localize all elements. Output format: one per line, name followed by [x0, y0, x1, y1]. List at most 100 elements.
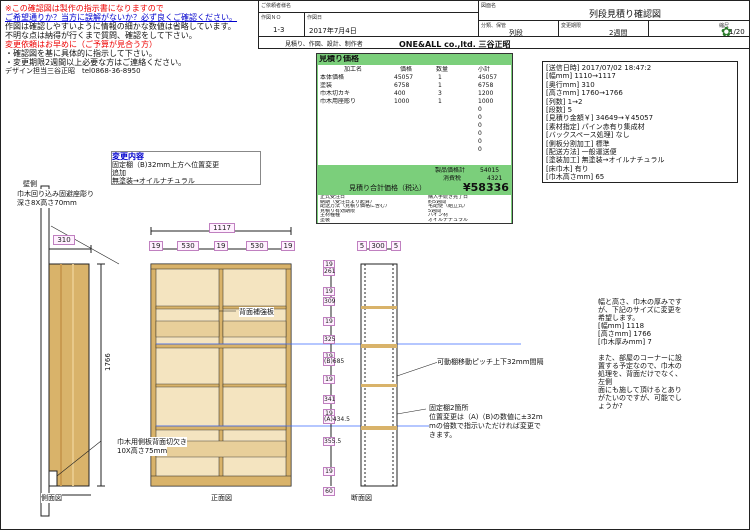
memo-line: 希望します。: [598, 314, 640, 322]
col-sub: 小計: [478, 66, 491, 73]
change-line: 固定棚（B)32mm上方へ位置変更: [112, 161, 220, 169]
customer-label: ご依頼者様名: [261, 3, 292, 9]
est-subtotal: 45057: [478, 74, 498, 81]
height-dimension: 19: [323, 317, 335, 326]
no-label: 作図ＮＯ: [261, 15, 282, 21]
est-subtotal: 6758: [478, 82, 494, 89]
dim-total-width: 1117: [209, 223, 235, 233]
maker-label: 見積り、作図、設計、制作者: [285, 41, 363, 48]
notes-block: ※この確認図は製作の指示書になりますので ご希望通りか？当方に誤解がないか？必ず…: [5, 4, 255, 75]
est-subtotal: 0: [478, 106, 482, 113]
est-qty: 1: [438, 98, 442, 105]
height-dimension: 60: [323, 487, 335, 496]
order-line: [高さmm] 1760→1766: [546, 89, 623, 98]
dim-panel: 19: [281, 241, 295, 251]
est-item: 本体価格: [320, 74, 345, 81]
order-line: [バックスペース処理] なし: [546, 131, 630, 140]
date-value: 2017年7月4日: [309, 27, 357, 35]
drawing-name: 列段見積り確認図: [589, 10, 662, 20]
memo-line: また、部屋のコーナーに設: [598, 354, 682, 362]
note-line: 不明な点は納得が行くまで質問、確認をして下さい。: [5, 31, 197, 40]
order-line: [巾木厚みmm] 8→7mm: [546, 182, 734, 183]
height-dimension: (B)685: [323, 357, 345, 366]
memo-line: 幅と高さ、巾木の厚みです: [598, 298, 682, 306]
memo-line: 面にも施して頂けるとあり: [598, 386, 682, 394]
height-dimension: 341: [323, 395, 336, 404]
front-view-label: 正面図: [211, 493, 232, 503]
note-line: ・確認図を基に具体的に指示して下さい。: [5, 49, 157, 58]
dim-top: 5: [357, 241, 367, 251]
dim-bay: 530: [246, 241, 268, 251]
fixed-shelf-note: きます。: [429, 430, 457, 440]
category-value: 列段: [509, 29, 523, 37]
dim-section-depth: 300: [369, 241, 387, 251]
memo-line: が、下記のサイズに変更を: [598, 306, 682, 314]
est-subtotal: 0: [478, 138, 482, 145]
est-subtotal: 1000: [478, 98, 494, 105]
height-dimension: 19: [323, 287, 335, 296]
dim-depth: 310: [53, 235, 75, 245]
height-dimension: 19: [323, 467, 335, 476]
est-qty: 3: [438, 90, 442, 97]
note-line: 変更依頼はお早めに（ご予算が見合う方）: [5, 40, 157, 49]
drawing-sheet: ※この確認図は製作の指示書になりますので ご希望通りか？当方に誤解がないか？必ず…: [0, 0, 750, 530]
dim-top: 5: [391, 241, 401, 251]
dim-bay: 530: [177, 241, 199, 251]
col-qty: 数量: [436, 66, 449, 73]
memo-line: [幅mm] 1118: [598, 322, 645, 330]
memo-line: 処理を、背面だけでなく、: [598, 370, 682, 378]
designer-contact: デザイン担当三谷正昭 tel0868-36-8950: [5, 67, 141, 75]
side-view-label: 側面図: [41, 493, 62, 503]
period-value: 2週間: [609, 29, 628, 37]
est-price: 45057: [394, 74, 414, 81]
est-price: 400: [394, 90, 406, 97]
order-line: [巾木高さmm] 65: [546, 173, 605, 182]
est-subtotal: 0: [478, 146, 482, 153]
dim-panel: 19: [214, 241, 228, 251]
est-subtotal: 0: [478, 114, 482, 121]
title-block: ご依頼者様名 図面名 列段見積り確認図 作図ＮＯ 1-3 作図日 2017年7月…: [258, 1, 750, 49]
dim-height: 1766: [104, 353, 112, 371]
logo-icon: ✿: [721, 25, 732, 40]
drawing-name-label: 図面名: [481, 3, 497, 9]
col-price: 価格: [400, 66, 413, 73]
est-item: 塗装: [320, 82, 333, 89]
baseboard-note: 深さ8X高さ70mm: [17, 198, 77, 208]
order-line: [塗装加工] 無塗装→オイルナチュラル: [546, 156, 665, 165]
date-label: 作図日: [307, 15, 323, 21]
est-subtotal: 1200: [478, 90, 494, 97]
memo-line: [巾木厚みmm] 7: [598, 338, 652, 346]
order-mail-box: [送信日時] 2017/07/02 18:47:2 [幅mm] 1110→1117…: [542, 61, 738, 183]
note-line: 作図は確認しやすいように情報の細かな数値は省略しています。: [5, 22, 236, 31]
est-price: 1000: [394, 98, 410, 105]
height-dimension: 355.5: [323, 437, 342, 446]
dim-panel: 19: [149, 241, 163, 251]
est-subtotal: 0: [478, 122, 482, 129]
est-price: 6758: [394, 82, 410, 89]
no-value: 1-3: [273, 26, 285, 34]
memo-line: [598, 346, 738, 354]
order-line: [幅mm] 1110→1117: [546, 72, 616, 81]
order-line: [列数] 1→2: [546, 97, 583, 106]
est-item: 巾木切カキ: [320, 90, 351, 97]
est-item: 巾木用座彫り: [320, 98, 357, 105]
order-line: [見積り金額￥] 34649→￥45057: [546, 114, 654, 123]
note-line: ※この確認図は製作の指示書になりますので: [5, 4, 164, 13]
estimate-title: 見積り価格: [319, 55, 359, 62]
order-line: [素材指定] パイン赤有り集成材: [546, 122, 645, 131]
est-subtotal: 0: [478, 130, 482, 137]
change-title: 変更内容: [112, 152, 144, 161]
memo-line: 左側: [598, 378, 612, 386]
height-dimension: 325: [323, 335, 336, 344]
est-qty: 1: [438, 74, 442, 81]
company-name: ONE&ALL co.,ltd. 三谷正昭: [399, 40, 511, 49]
cutout-note: 10X高さ75mm: [117, 446, 168, 456]
back-panel-label: 背面補強板: [239, 307, 274, 317]
height-dimension: 19: [323, 375, 335, 384]
memo-line: [高さmm] 1766: [598, 330, 652, 338]
memo-line: ょうか?: [598, 402, 623, 410]
order-line: [側板分割加工] 標準: [546, 139, 610, 148]
note-line: ご希望通りか？当方に誤解がないか？必ず良くご確認ください。: [5, 13, 237, 22]
wall-label: 壁側: [23, 179, 37, 189]
memo-line: 置する予定なので、巾木の: [598, 362, 682, 370]
